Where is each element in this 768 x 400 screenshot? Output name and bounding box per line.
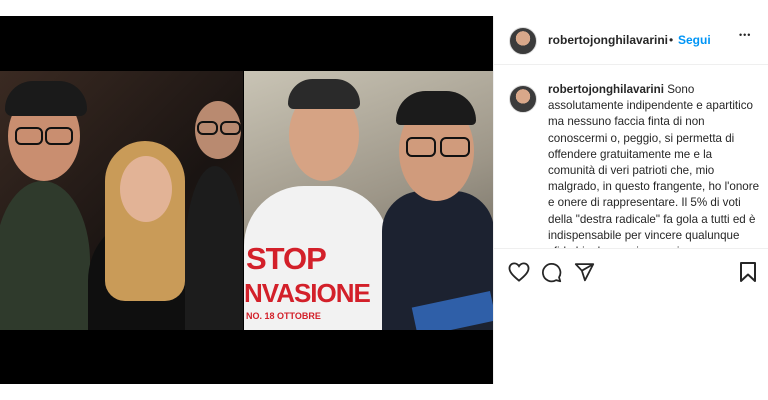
paper-plane-icon[interactable] (574, 262, 595, 282)
person-figure (0, 181, 90, 330)
stop-text: STOP (246, 241, 327, 276)
date-text: NO. 18 OTTOBRE (246, 311, 321, 321)
instagram-post: STOP NVASIONE NO. 18 OTTOBRE robertojong… (0, 16, 768, 384)
photo-right: STOP NVASIONE NO. 18 OTTOBRE (244, 71, 493, 330)
invasione-text: NVASIONE (244, 278, 371, 308)
photo-left (0, 71, 243, 330)
caption-text: Sono assolutamente indipendente e aparti… (548, 83, 760, 248)
post-media[interactable]: STOP NVASIONE NO. 18 OTTOBRE (0, 16, 493, 384)
more-options-button[interactable]: ••• (739, 30, 751, 40)
caption-username[interactable]: robertojonghilavarini (548, 83, 664, 96)
post-header: robertojonghilavarini • Segui ••• (494, 16, 768, 65)
comment-icon[interactable] (541, 262, 562, 283)
caption-avatar[interactable] (509, 85, 537, 113)
heart-icon[interactable] (508, 262, 530, 282)
header-username[interactable]: robertojonghilavarini (548, 33, 668, 47)
action-bar (494, 248, 768, 289)
separator-dot: • (669, 33, 674, 47)
bookmark-icon[interactable] (739, 261, 757, 283)
avatar[interactable] (509, 27, 537, 55)
follow-button[interactable]: Segui (678, 33, 711, 47)
post-sidebar: robertojonghilavarini • Segui ••• robert… (493, 16, 768, 384)
post-caption: robertojonghilavarini Sono assolutamente… (548, 82, 760, 248)
